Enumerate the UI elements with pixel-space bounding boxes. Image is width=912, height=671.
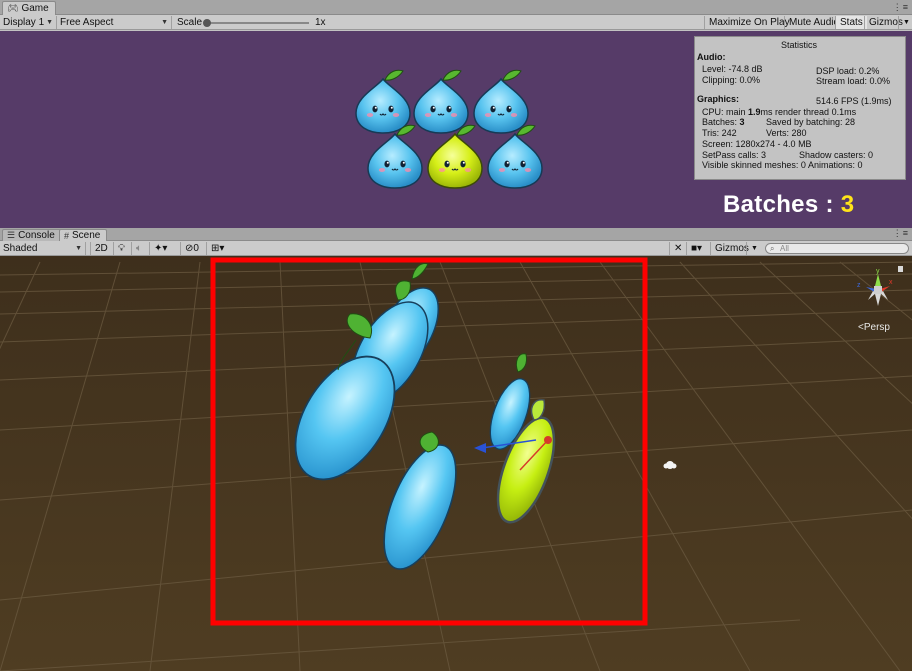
stream-load: Stream load: 0.0%: [816, 76, 891, 86]
grid-toggle-icon[interactable]: ⊞▾: [206, 242, 228, 255]
aspect-dropdown[interactable]: Free Aspect ▼: [57, 16, 172, 29]
chevron-down-icon: ▼: [46, 19, 53, 26]
slime-blue: [355, 69, 411, 134]
scene-search-input[interactable]: ⌕ All: [765, 243, 909, 254]
scale-value: 1x: [315, 17, 326, 28]
animations-stat: Animations: 0: [808, 160, 863, 170]
search-placeholder: All: [780, 244, 789, 253]
audio-toggle-icon[interactable]: 🔈︎: [131, 242, 146, 255]
batches-annotation: Batches : 3: [723, 191, 854, 219]
display-dropdown[interactable]: Display 1 ▼: [0, 16, 57, 29]
lock-icon[interactable]: [898, 266, 903, 272]
graphics-header: Graphics:: [697, 94, 740, 104]
scene-toolbar: Shaded ▼ 2D 💡︎ 🔈︎ ✦▾ ⊘ 0 ⊞▾ ✕ ■▾ Gizmos …: [0, 241, 912, 256]
tab-scene-label: Scene: [72, 230, 101, 241]
slime-blue: [473, 69, 529, 134]
game-toolbar: Display 1 ▼ Free Aspect ▼ Scale 1x Maxim…: [0, 15, 912, 30]
screen-stat: Screen: 1280x274 - 4.0 MB: [702, 139, 812, 149]
batches-prefix: Batches:: [702, 117, 740, 127]
unity-editor: 🎮︎ Game ⋮≡ Display 1 ▼ Free Aspect ▼ Sca…: [0, 0, 912, 671]
display-dropdown-label: Display 1: [3, 17, 45, 28]
tab-game[interactable]: 🎮︎ Game: [2, 1, 56, 15]
cpu-stats: CPU: main 1.9ms render thread 0.1ms: [702, 107, 856, 118]
gamepad-icon: 🎮︎: [7, 3, 19, 13]
scene-render: y x z: [0, 256, 912, 671]
maximize-on-play-button[interactable]: Maximize On Play: [704, 16, 794, 29]
dsp-load: DSP load: 0.2%: [816, 66, 880, 76]
setpass-stat: SetPass calls: 3: [702, 150, 767, 160]
effects-toggle-icon[interactable]: ✦▾: [149, 242, 171, 255]
scale-label: Scale: [177, 17, 203, 28]
saved-by-batching: Saved by batching: 28: [766, 117, 856, 127]
batches-annotation-label: Batches :: [723, 191, 841, 218]
svg-text:z: z: [857, 282, 861, 289]
tab-scene[interactable]: # Scene: [59, 229, 108, 241]
fps-value: 514.6 FPS (1.9ms): [816, 96, 892, 106]
tools-icon[interactable]: ✕: [669, 242, 686, 255]
tab-menu-icon[interactable]: ⋮≡: [893, 2, 909, 13]
game-tabbar: 🎮︎ Game ⋮≡: [0, 0, 912, 15]
shading-dropdown[interactable]: Shaded ▼: [0, 242, 86, 255]
audio-header: Audio:: [697, 52, 726, 62]
scale-slider-track[interactable]: [205, 22, 309, 24]
scene-viewport[interactable]: y x z <Persp: [0, 256, 912, 671]
tab-game-label: Game: [21, 3, 49, 14]
shadow-casters-stat: Shadow casters: 0: [799, 150, 874, 160]
search-icon: ⌕: [770, 244, 775, 253]
slime-yellow: [427, 124, 483, 189]
stats-button[interactable]: Stats: [835, 16, 867, 29]
cpu-main: 1.9: [748, 107, 761, 117]
chevron-down-icon: ▼: [161, 19, 168, 26]
tab-menu-icon[interactable]: ⋮≡: [893, 228, 909, 239]
audio-level: Level: -74.8 dB: [702, 64, 763, 74]
cpu-suffix: ms render thread 0.1ms: [760, 107, 857, 117]
cpu-prefix: CPU: main: [702, 107, 749, 117]
scene-icon: #: [64, 230, 70, 241]
persp-label[interactable]: <Persp: [858, 322, 890, 333]
gizmos-dropdown-icon[interactable]: ▼: [898, 16, 912, 29]
tris-stat: Tris: 242: [702, 128, 737, 138]
tab-console[interactable]: ☰ Console: [2, 229, 62, 241]
statistics-title: Statistics: [781, 40, 818, 50]
slime-blue: [487, 124, 543, 189]
mode-2d-button[interactable]: 2D: [90, 242, 112, 255]
skinned-meshes-stat: Visible skinned meshes: 0: [702, 160, 806, 170]
verts-stat: Verts: 280: [766, 128, 807, 138]
aspect-dropdown-label: Free Aspect: [60, 17, 114, 28]
batches-value: 3: [739, 117, 745, 127]
batches-annotation-value: 3: [840, 191, 855, 218]
slime-blue: [367, 124, 423, 189]
hidden-objects-icon[interactable]: ⊘ 0: [180, 242, 203, 255]
console-icon: ☰: [7, 230, 16, 240]
slime-blue: [413, 69, 469, 134]
lighting-toggle-icon[interactable]: 💡︎: [113, 242, 129, 255]
audio-clipping: Clipping: 0.0%: [702, 75, 761, 85]
tab-console-label: Console: [18, 230, 55, 241]
statistics-panel: Statistics Audio: Level: -74.8 dB Clippi…: [694, 36, 906, 180]
svg-text:y: y: [876, 268, 880, 275]
batches-stat: Batches: 3: [702, 117, 745, 128]
svg-text:x: x: [889, 279, 893, 286]
chevron-down-icon: ▼: [75, 245, 82, 252]
scale-slider-thumb[interactable]: [203, 19, 211, 27]
scene-tabbar: ☰ Console # Scene ⋮≡: [0, 228, 912, 241]
camera-icon[interactable]: ■▾: [686, 242, 706, 255]
eye-slash-icon: ⊘: [185, 243, 194, 254]
shading-dropdown-label: Shaded: [3, 243, 38, 254]
gizmos-dropdown-icon[interactable]: ▼: [746, 242, 762, 255]
hidden-count: 0: [193, 243, 199, 254]
